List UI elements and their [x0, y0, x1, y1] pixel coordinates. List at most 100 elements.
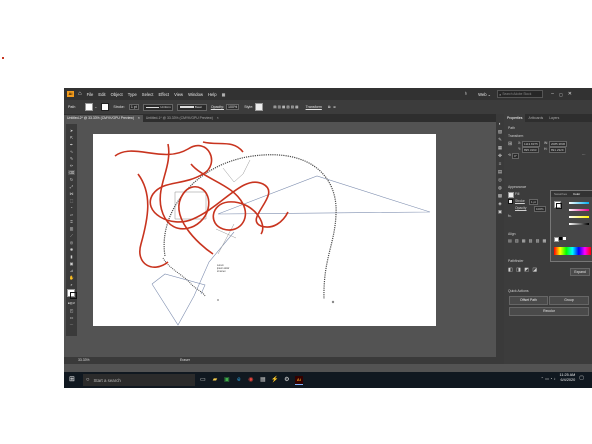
stroke-swatch[interactable]	[556, 203, 562, 209]
fill-stroke-swatches[interactable]	[67, 289, 77, 299]
swatches-panel-icon[interactable]: ▦	[498, 144, 503, 152]
close-icon[interactable]: ×	[217, 116, 219, 120]
color-slider[interactable]	[569, 216, 589, 218]
hand-tool-icon[interactable]: ✋	[68, 275, 75, 280]
minimize-icon[interactable]: –	[551, 91, 554, 97]
symbol-sprayer-tool-icon[interactable]: ✺	[68, 247, 75, 252]
eyedropper-tool-icon[interactable]: ⟋	[68, 233, 75, 238]
brushes-panel-icon[interactable]: ✎	[498, 136, 503, 144]
fill-swatch[interactable]	[508, 192, 514, 198]
blend-tool-icon[interactable]: ◎	[68, 240, 75, 245]
slice-tool-icon[interactable]: ⊿	[68, 268, 75, 273]
doc-tab-untitled-2[interactable]: Untitled-2* @ 33.33% (CMYK/GPU Preview) …	[64, 115, 143, 122]
artboards-panel-icon[interactable]: ▣	[498, 208, 503, 216]
notification-icon[interactable]: ▢	[579, 375, 584, 381]
free-transform-tool-icon[interactable]: ⬚	[68, 198, 75, 203]
opacity-label[interactable]: Opacity:	[211, 105, 224, 109]
pathfinder-buttons[interactable]: ◧ ◨ ◩ ◪	[508, 267, 538, 273]
taskbar-search[interactable]: ○ Start a search	[82, 374, 195, 386]
y-field[interactable]: 895.3193	[522, 147, 539, 153]
menu-edit[interactable]: Edit	[98, 92, 105, 97]
color-popup[interactable]: Swatches Color	[550, 190, 592, 262]
settings-gear-icon[interactable]: ⚙	[283, 376, 291, 384]
close-icon[interactable]: ✕	[568, 91, 572, 97]
calculator-icon[interactable]: ▦	[259, 376, 267, 384]
menu-window[interactable]: Window	[188, 92, 203, 97]
tab-swatches[interactable]: Swatches	[551, 191, 570, 197]
stroke-swatch[interactable]	[70, 292, 77, 299]
recolor-button[interactable]: Recolor	[509, 307, 589, 316]
color-spectrum[interactable]	[554, 247, 591, 255]
scale-tool-icon[interactable]: ⤢	[68, 184, 75, 189]
align-buttons[interactable]: ▤ ▥ ▦ ▧ ▨ ▩	[508, 238, 547, 243]
group-button[interactable]: Group	[549, 296, 589, 305]
symbols-panel-icon[interactable]: ✤	[498, 152, 503, 160]
tab-color[interactable]: Color	[570, 191, 583, 197]
draw-mode-icon[interactable]: ◰	[68, 308, 75, 313]
zoom-level-field[interactable]: 33.33%	[78, 358, 90, 362]
opacity-field[interactable]: 100%	[534, 206, 546, 212]
color-slider[interactable]	[569, 202, 589, 204]
reference-point-icon[interactable]: ⊞	[508, 141, 512, 147]
menu-type[interactable]: Type	[128, 92, 137, 97]
gradient-panel-icon[interactable]: ▤	[498, 168, 503, 176]
stroke-swatch[interactable]	[508, 199, 513, 204]
brush-definition[interactable]: Basic	[176, 103, 207, 111]
layers-panel-icon[interactable]: ◈	[498, 200, 503, 208]
artboard-tool-icon[interactable]: ▣	[68, 261, 75, 266]
edge-icon[interactable]: e	[235, 376, 243, 384]
menu-view[interactable]: View	[174, 92, 183, 97]
screen-mode-icon[interactable]: ▭	[68, 315, 75, 320]
align-icons[interactable]: ▤▥▦▧▨▩	[273, 105, 299, 109]
search-stock-field[interactable]: ⌕ Search Adobe Stock	[497, 90, 544, 98]
app-yellow-icon[interactable]: ⚡	[271, 376, 279, 384]
arrange-icons[interactable]: ⧉ ⊞	[328, 105, 337, 109]
home-icon[interactable]: ⌂	[78, 91, 82, 97]
zoom-tool-icon[interactable]: ⌕	[68, 282, 75, 287]
windows-start-icon[interactable]: ⊞	[69, 376, 75, 384]
paintbrush-tool-icon[interactable]: ✎	[68, 156, 75, 161]
stroke-label[interactable]: Stroke	[515, 199, 525, 203]
stroke-weight-field[interactable]: 1 pt	[529, 199, 539, 205]
chrome-icon[interactable]: ◉	[247, 376, 255, 384]
artboard[interactable]: Lorem ipsum dolor sit amet	[93, 134, 436, 326]
selection-tool-icon[interactable]: ➤	[68, 128, 75, 133]
appearance-panel-icon[interactable]: ◍	[498, 184, 503, 192]
style-swatch[interactable]	[255, 103, 264, 111]
doc-tab-untitled-1[interactable]: Untitled-1* @ 33.33% (CMYK/GPU Preview) …	[143, 115, 222, 122]
chevron-down-icon[interactable]: ⌄	[488, 92, 492, 97]
app-green-icon[interactable]: ▣	[223, 376, 231, 384]
expand-button[interactable]: Expand	[570, 268, 590, 276]
text-note[interactable]: Lorem ipsum dolor sit amet	[217, 264, 229, 273]
close-icon[interactable]: ×	[138, 116, 140, 120]
more-options-icon[interactable]: ⋯	[582, 153, 585, 157]
mesh-tool-icon[interactable]: ⌗	[68, 219, 75, 224]
black-swatch[interactable]	[559, 237, 562, 240]
variable-width-profile[interactable]: Uniform	[142, 103, 173, 111]
stroke-weight-field[interactable]: 1 pt	[128, 104, 139, 110]
illustrator-taskbar-icon[interactable]: Ai	[294, 375, 303, 385]
stroke-panel-icon[interactable]: ≡	[498, 160, 503, 168]
opacity-label[interactable]: Opacity	[515, 206, 527, 210]
curvature-tool-icon[interactable]: ∿	[68, 149, 75, 154]
color-panel-icon[interactable]: ◐	[498, 120, 503, 128]
lightbulb-icon[interactable]: ♁	[464, 91, 469, 97]
pen-tool-icon[interactable]: ✒	[68, 142, 75, 147]
eraser-tool-icon[interactable]: ⌫	[68, 170, 75, 175]
opacity-field[interactable]: 100%	[226, 104, 240, 110]
system-tray[interactable]: ⌃ ▭ ◔ ♪ 11:25 AM 6/4/2020 ▢	[541, 373, 584, 383]
maximize-icon[interactable]: ▢	[559, 92, 563, 97]
direct-selection-tool-icon[interactable]: ⇱	[68, 135, 75, 140]
edit-toolbar-icon[interactable]: ⋯	[68, 322, 75, 327]
white-swatch[interactable]	[563, 237, 566, 240]
workspace-switcher[interactable]: Web	[478, 92, 487, 97]
column-graph-tool-icon[interactable]: ▮	[68, 254, 75, 259]
fill-swatch[interactable]	[85, 103, 94, 111]
workspace-grid-icon[interactable]: ▦	[222, 92, 226, 97]
menu-file[interactable]: File	[87, 92, 94, 97]
transparency-panel-icon[interactable]: ◎	[498, 176, 503, 184]
color-guide-icon[interactable]: ▧	[498, 128, 503, 136]
graphic-styles-icon[interactable]: ▩	[498, 192, 503, 200]
task-view-icon[interactable]: ▭	[199, 376, 207, 384]
menu-effect[interactable]: Effect	[158, 92, 169, 97]
